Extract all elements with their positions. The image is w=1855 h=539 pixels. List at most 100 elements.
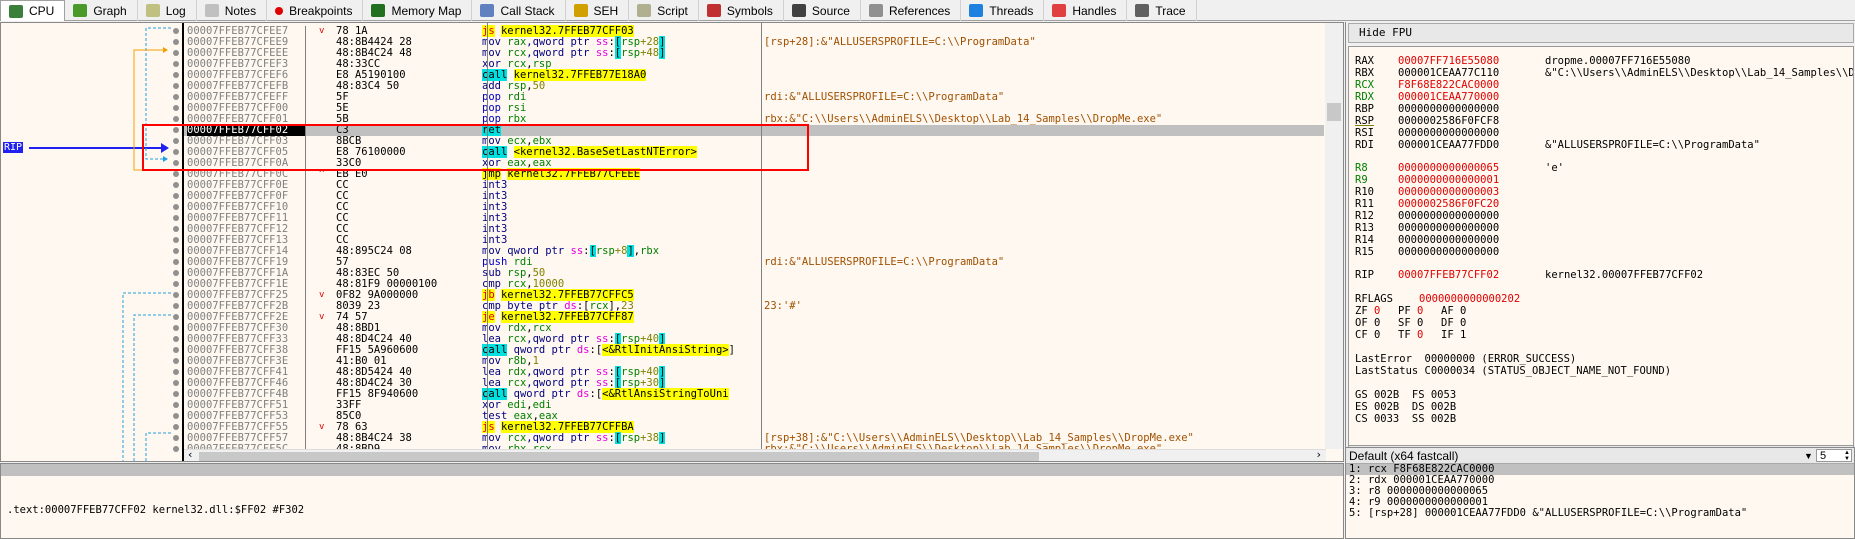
breakpoint-toggle[interactable] <box>173 39 179 45</box>
register-rsp[interactable]: RSP 0000002586F0FCF8 <box>1355 115 1545 127</box>
breakpoint-toggle[interactable] <box>173 347 179 353</box>
breakpoint-toggle[interactable] <box>173 94 179 100</box>
breakpoint-toggle[interactable] <box>173 193 179 199</box>
breakpoint-toggle[interactable] <box>173 116 179 122</box>
breakpoint-toggle[interactable] <box>173 259 179 265</box>
register-value[interactable]: 0000000000000003 <box>1398 186 1545 198</box>
register-r13[interactable]: R13 0000000000000000 <box>1355 222 1545 234</box>
register-rax[interactable]: RAX 00007FF716E55080 dropme.00007FF716E550… <box>1355 55 1690 67</box>
flag-zf[interactable]: ZF 0 <box>1355 305 1398 317</box>
disasm-row[interactable]: 00007FFEB77CFF0F CC int3 <box>184 191 1324 202</box>
breakpoint-toggle[interactable] <box>173 380 179 386</box>
register-r14[interactable]: R14 0000000000000000 <box>1355 234 1545 246</box>
disasm-row[interactable]: 00007FFEB77CFF0E CC int3 <box>184 180 1324 191</box>
flag-df[interactable]: DF 0 <box>1441 317 1484 329</box>
tab-handles[interactable]: Handles <box>1044 0 1128 21</box>
breakpoint-toggle[interactable] <box>173 83 179 89</box>
disasm-row[interactable]: 00007FFEB77CFF11 CC int3 <box>184 213 1324 224</box>
breakpoint-toggle[interactable] <box>173 50 179 56</box>
tab-seh[interactable]: SEH <box>566 0 630 21</box>
tab-notes[interactable]: Notes <box>197 0 268 21</box>
register-rbx[interactable]: RBX 000001CEAA77C110 &"C:\\Users\\AdminELS… <box>1355 67 1853 79</box>
tab-log[interactable]: Log <box>138 0 197 21</box>
breakpoint-toggle[interactable] <box>173 413 179 419</box>
register-value[interactable]: 000001CEAA77FDD0 <box>1398 139 1545 151</box>
breakpoint-toggle[interactable] <box>173 292 179 298</box>
register-r12[interactable]: R12 0000000000000000 <box>1355 210 1545 222</box>
tab-cpu[interactable]: CPU <box>0 0 66 21</box>
register-rsi[interactable]: RSI 0000000000000000 <box>1355 127 1545 139</box>
register-r10[interactable]: R10 0000000000000003 <box>1355 186 1545 198</box>
tab-source[interactable]: Source <box>784 0 861 21</box>
tab-call-stack[interactable]: Call Stack <box>472 0 566 21</box>
breakpoint-toggle[interactable] <box>173 314 179 320</box>
hide-fpu-button[interactable]: Hide FPU <box>1348 23 1854 43</box>
register-rbp[interactable]: RBP 0000000000000000 <box>1355 103 1545 115</box>
arg-count-spinner[interactable]: 5 ▲ ▼ <box>1816 449 1852 462</box>
breakpoint-toggle[interactable] <box>173 336 179 342</box>
call-argument[interactable]: 5: [rsp+28] 000001CEAA77FDD0 &"ALLUSERSP… <box>1346 508 1854 519</box>
register-value[interactable]: 0000000000000000 <box>1398 222 1545 234</box>
breakpoint-toggle[interactable] <box>173 215 179 221</box>
register-rip[interactable]: RIP 00007FFEB77CFF02 kernel32.00007FFEB77C… <box>1355 269 1703 281</box>
register-value[interactable]: 0000002586F0FC20 <box>1398 198 1545 210</box>
breakpoint-toggle[interactable] <box>173 435 179 441</box>
register-rcx[interactable]: RCX F8F68E822CAC0000 <box>1355 79 1545 91</box>
tab-graph[interactable]: Graph <box>65 0 138 21</box>
tab-symbols[interactable]: Symbols <box>699 0 784 21</box>
register-rdi[interactable]: RDI 000001CEAA77FDD0 &"ALLUSERSPROFILE=C:\… <box>1355 139 1760 151</box>
disasm-row[interactable]: 00007FFEB77CFF10 CC int3 <box>184 202 1324 213</box>
register-value[interactable]: 0000000000000000 <box>1398 210 1545 222</box>
vertical-scrollbar[interactable] <box>1325 23 1343 449</box>
register-value[interactable]: 0000000000000000 <box>1398 234 1545 246</box>
breakpoint-toggle[interactable] <box>173 149 179 155</box>
breakpoint-toggle[interactable] <box>173 358 179 364</box>
breakpoint-toggle[interactable] <box>173 72 179 78</box>
breakpoint-toggle[interactable] <box>173 61 179 67</box>
disassembly-view[interactable]: RIP 00007FFEB77CFEE7 v 78 1A js kernel32.7F… <box>0 22 1344 462</box>
disasm-row[interactable]: 00007FFEB77CFEFB 48:83C4 50 add rsp,50 <box>184 81 1324 92</box>
disasm-row[interactable]: 00007FFEB77CFF12 CC int3 <box>184 224 1324 235</box>
rflags[interactable]: RFLAGS 0000000000000202 <box>1355 293 1520 305</box>
tab-threads[interactable]: Threads <box>961 0 1045 21</box>
calling-convention-select[interactable]: Default (x64 fastcall) ▼ 5 ▲ ▼ <box>1346 448 1854 464</box>
register-r11[interactable]: R11 0000002586F0FC20 <box>1355 198 1545 210</box>
register-value[interactable]: 0000000000000000 <box>1398 246 1545 258</box>
register-r15[interactable]: R15 0000000000000000 <box>1355 246 1545 258</box>
register-rdx[interactable]: RDX 000001CEAA770000 <box>1355 91 1545 103</box>
breakpoint-toggle[interactable] <box>173 248 179 254</box>
chevron-down-icon[interactable]: ▼ <box>1804 448 1813 464</box>
register-value[interactable]: 000001CEAA77C110 <box>1398 67 1545 79</box>
tab-memory-map[interactable]: Memory Map <box>363 0 473 21</box>
tab-trace[interactable]: Trace <box>1127 0 1197 21</box>
flag-if[interactable]: IF 1 <box>1441 329 1484 341</box>
breakpoint-toggle[interactable] <box>173 237 179 243</box>
breakpoint-toggle[interactable] <box>173 391 179 397</box>
register-value[interactable]: 0000002586F0FCF8 <box>1398 115 1545 127</box>
register-value[interactable]: 00007FF716E55080 <box>1398 55 1545 67</box>
disasm-row[interactable]: 00007FFEB77CFEFF 5F pop rdi rdi:&"ALLUSERSP… <box>184 92 1324 103</box>
breakpoint-toggle[interactable] <box>173 270 179 276</box>
breakpoint-toggle[interactable] <box>173 28 179 34</box>
breakpoint-toggle[interactable] <box>173 226 179 232</box>
tab-script[interactable]: Script <box>629 0 699 21</box>
flag-tf[interactable]: TF 0 <box>1398 329 1441 341</box>
register-value[interactable]: 0000000000000001 <box>1398 174 1545 186</box>
breakpoint-toggle[interactable] <box>173 369 179 375</box>
register-value[interactable]: 00007FFEB77CFF02 <box>1398 269 1545 281</box>
breakpoint-toggle[interactable] <box>173 281 179 287</box>
spinner-arrows-icon[interactable]: ▲ ▼ <box>1844 450 1850 462</box>
breakpoint-toggle[interactable] <box>173 446 179 452</box>
tab-breakpoints[interactable]: Breakpoints <box>267 0 364 21</box>
breakpoint-toggle[interactable] <box>173 160 179 166</box>
horizontal-scrollbar[interactable]: ‹ › <box>184 448 1326 461</box>
flag-af[interactable]: AF 0 <box>1441 305 1484 317</box>
breakpoint-toggle[interactable] <box>173 171 179 177</box>
breakpoint-toggle[interactable] <box>173 303 179 309</box>
register-value[interactable]: 000001CEAA770000 <box>1398 91 1545 103</box>
register-value[interactable]: 0000000000000065 <box>1398 162 1545 174</box>
register-r9[interactable]: R9 0000000000000001 <box>1355 174 1545 186</box>
register-value[interactable]: 0000000000000000 <box>1398 127 1545 139</box>
breakpoint-toggle[interactable] <box>173 138 179 144</box>
register-value[interactable]: F8F68E822CAC0000 <box>1398 79 1545 91</box>
